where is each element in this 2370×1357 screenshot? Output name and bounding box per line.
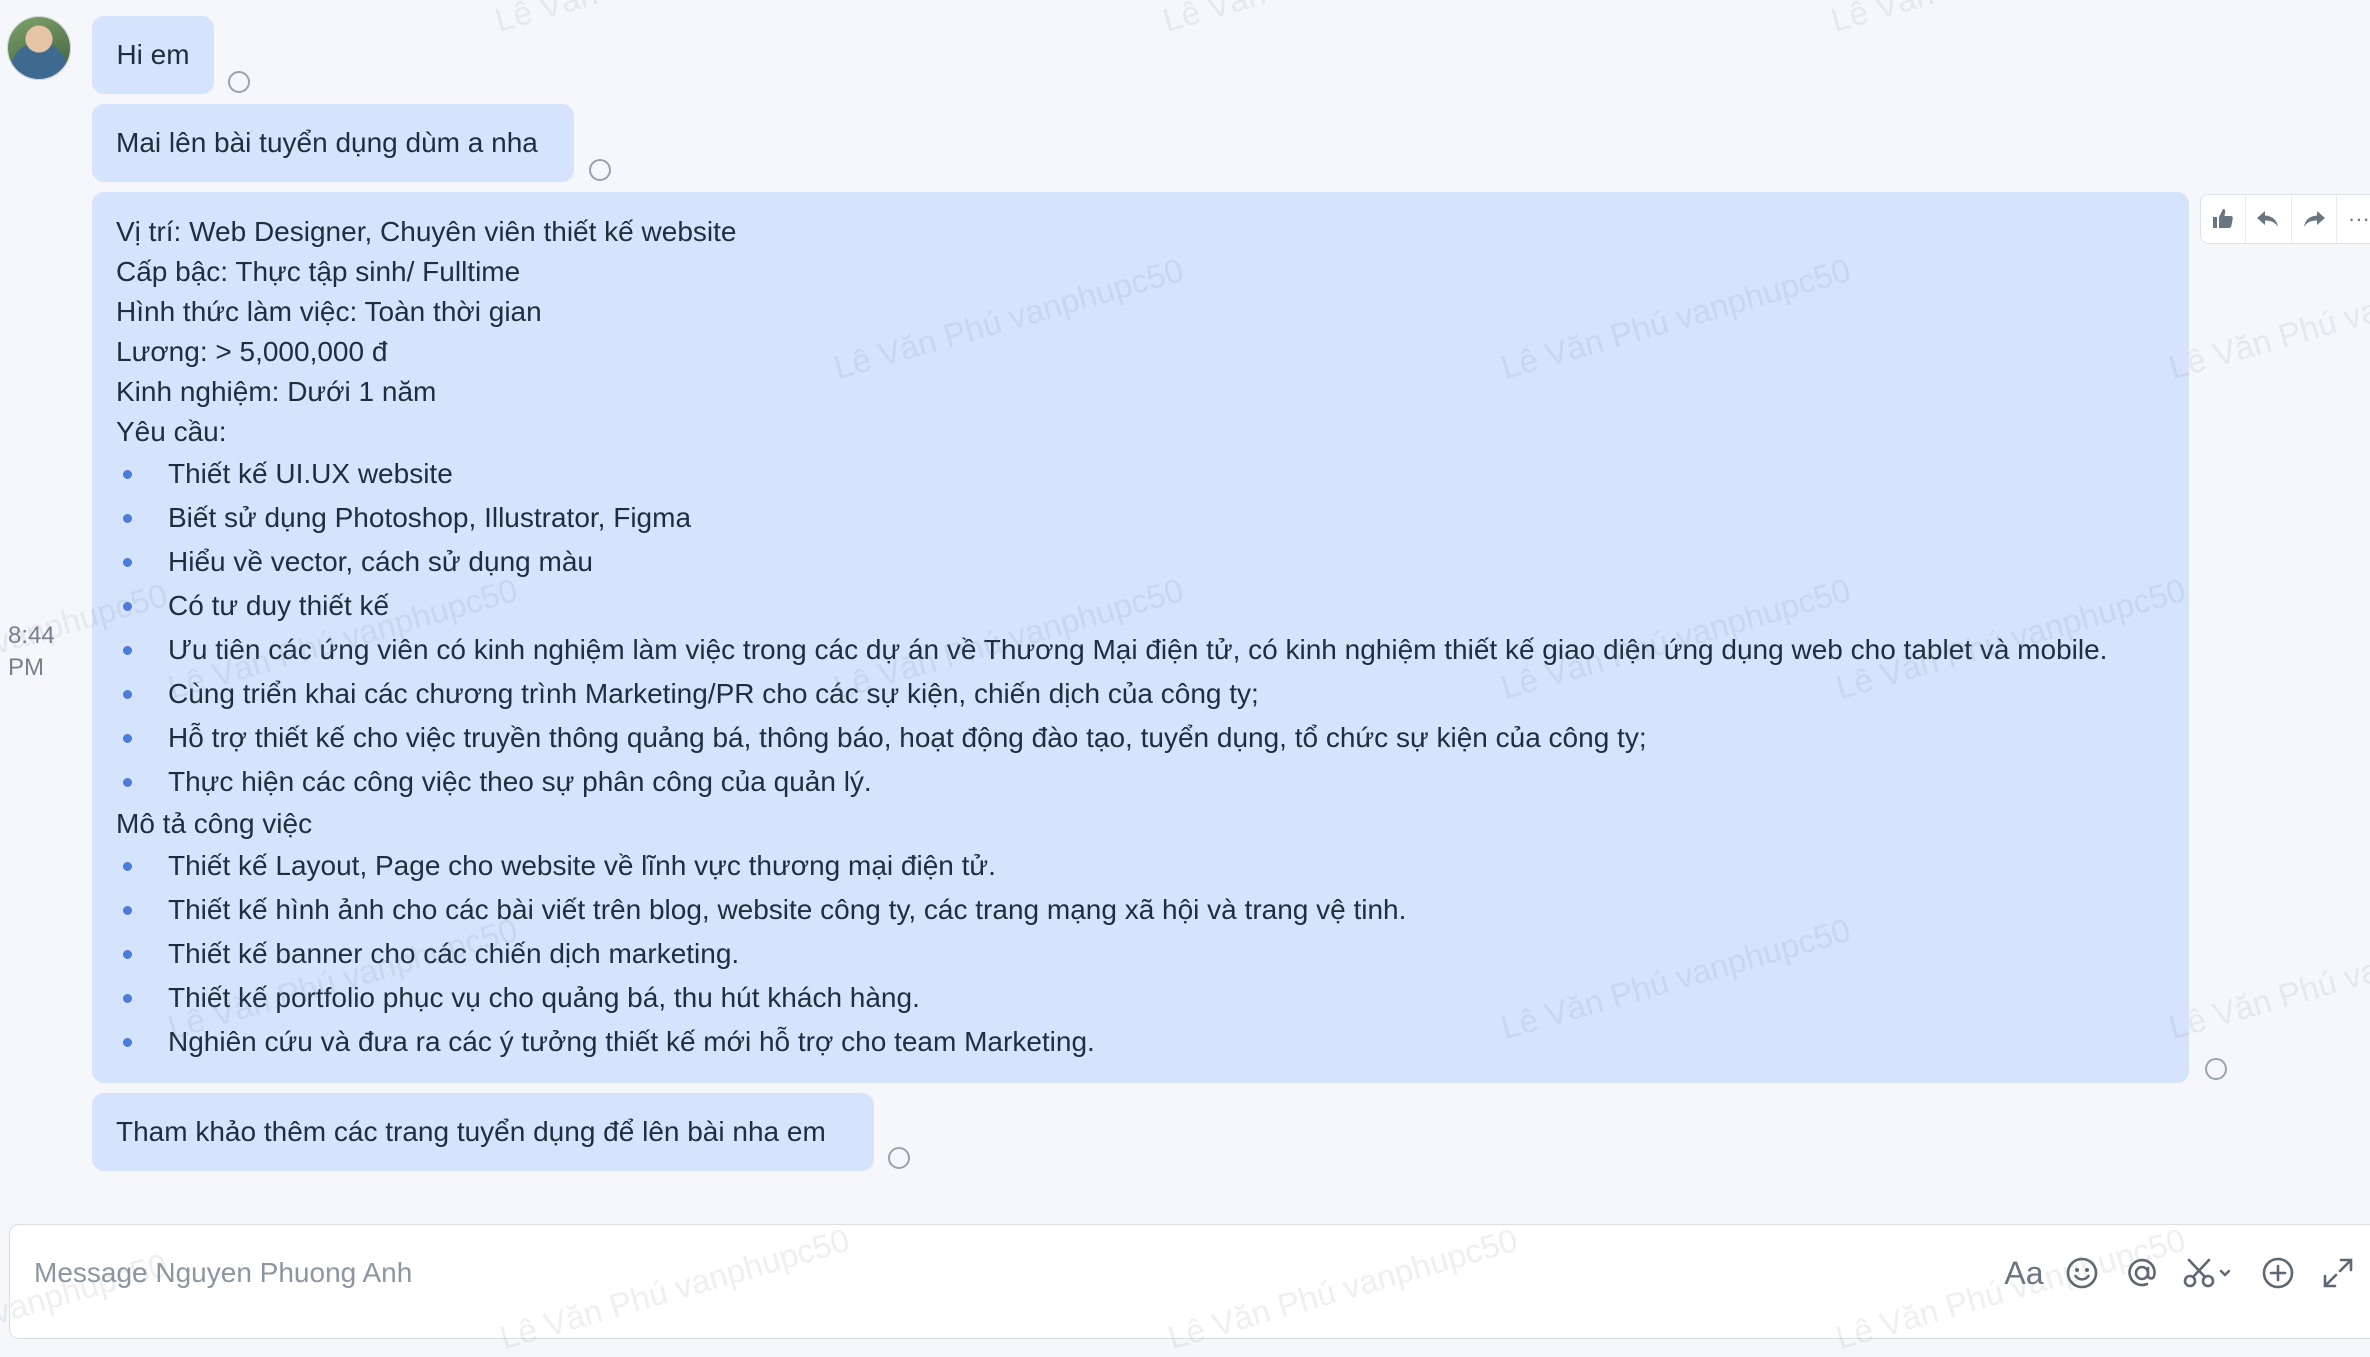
timestamp-time: 8:44	[8, 622, 55, 649]
description-heading: Mô tả công việc	[116, 808, 313, 839]
requirement-item: Có tư duy thiết kế	[116, 584, 2165, 628]
message-status-icon	[228, 71, 250, 93]
requirement-item: Biết sử dụng Photoshop, Illustrator, Fig…	[116, 496, 2165, 540]
format-text-button[interactable]: Aa	[2002, 1251, 2046, 1295]
add-icon	[2262, 1257, 2294, 1289]
message-action-bar: ···	[2200, 194, 2370, 244]
emoji-button[interactable]	[2062, 1251, 2102, 1295]
forward-button[interactable]	[2292, 195, 2337, 243]
requirement-item: Thiết kế UI.UX website	[116, 452, 2165, 496]
message-status-icon	[2205, 1058, 2227, 1080]
requirement-item: Hỗ trợ thiết kế cho việc truyền thông qu…	[116, 716, 2165, 760]
thumbs-up-icon	[2213, 209, 2233, 228]
job-position-line: Vị trí: Web Designer, Chuyên viên thiết …	[116, 216, 737, 247]
more-icon: ···	[2347, 206, 2370, 231]
description-item: Thiết kế banner cho các chiến dịch marke…	[116, 932, 2165, 976]
screenshot-icon	[2183, 1258, 2231, 1288]
requirements-heading: Yêu cầu:	[116, 416, 227, 447]
reply-button[interactable]	[2246, 195, 2292, 243]
add-button[interactable]	[2258, 1251, 2298, 1295]
screenshot-button[interactable]	[2180, 1251, 2236, 1295]
sender-avatar[interactable]	[7, 16, 71, 80]
more-button[interactable]: ···	[2337, 195, 2370, 243]
description-item: Thiết kế portfolio phục vụ cho quảng bá,…	[116, 976, 2165, 1020]
mention-icon	[2128, 1258, 2156, 1287]
description-item: Thiết kế Layout, Page cho website về lĩn…	[116, 844, 2165, 888]
job-salary-line: Lương: > 5,000,000 đ	[116, 336, 388, 367]
requirement-item: Ưu tiên các ứng viên có kinh nghiệm làm …	[116, 628, 2165, 672]
requirement-item: Thực hiện các công việc theo sự phân côn…	[116, 760, 2165, 804]
message-bubble-reference[interactable]: Tham khảo thêm các trang tuyển dụng để l…	[92, 1093, 874, 1171]
like-button[interactable]	[2201, 195, 2247, 243]
description-item: Thiết kế hình ảnh cho các bài viết trên …	[116, 888, 2165, 932]
reply-icon	[2257, 211, 2279, 227]
watermark: Lê Văn	[490, 0, 602, 39]
job-type-line: Hình thức làm việc: Toàn thời gian	[116, 296, 542, 327]
watermark: Lê Văn Phú vanphupc50	[2165, 910, 2370, 1046]
message-status-icon	[888, 1147, 910, 1169]
message-bubble-greeting[interactable]: Hi em	[92, 16, 214, 94]
watermark: Lê Văn Phú vanphupc50	[2165, 250, 2370, 386]
requirement-item: Hiểu về vector, cách sử dụng màu	[116, 540, 2165, 584]
message-status-icon	[589, 159, 611, 181]
message-text: Mai lên bài tuyển dụng dùm a nha	[116, 127, 538, 158]
expand-button[interactable]	[2318, 1251, 2358, 1295]
watermark: Lê Văn	[1158, 0, 1270, 39]
job-level-line: Cấp bậc: Thực tập sinh/ Fulltime	[116, 256, 521, 287]
message-composer: Message Nguyen Phuong Anh Aa	[9, 1224, 2370, 1339]
format-text-icon: Aa	[2004, 1254, 2044, 1291]
forward-icon	[2303, 211, 2325, 227]
message-bubble-request[interactable]: Mai lên bài tuyển dụng dùm a nha	[92, 104, 574, 182]
message-bubble-job-post[interactable]: Vị trí: Web Designer, Chuyên viên thiết …	[92, 192, 2189, 1083]
description-item: Nghiên cứu và đưa ra các ý tưởng thiết k…	[116, 1020, 2165, 1064]
message-text: Tham khảo thêm các trang tuyển dụng để l…	[116, 1116, 826, 1147]
requirement-item: Cùng triển khai các chương trình Marketi…	[116, 672, 2165, 716]
timestamp-period: PM	[8, 654, 44, 681]
requirements-list: Thiết kế UI.UX website Biết sử dụng Phot…	[116, 452, 2165, 804]
message-text: Hi em	[116, 39, 190, 70]
job-experience-line: Kinh nghiệm: Dưới 1 năm	[116, 376, 437, 407]
expand-icon	[2323, 1258, 2353, 1288]
message-timestamp: 8:44 PM	[8, 620, 55, 684]
mention-button[interactable]	[2122, 1251, 2162, 1295]
emoji-icon	[2066, 1257, 2098, 1289]
message-input[interactable]: Message Nguyen Phuong Anh	[34, 1257, 412, 1289]
watermark: Lê Văn	[1826, 0, 1938, 39]
description-list: Thiết kế Layout, Page cho website về lĩn…	[116, 844, 2165, 1064]
